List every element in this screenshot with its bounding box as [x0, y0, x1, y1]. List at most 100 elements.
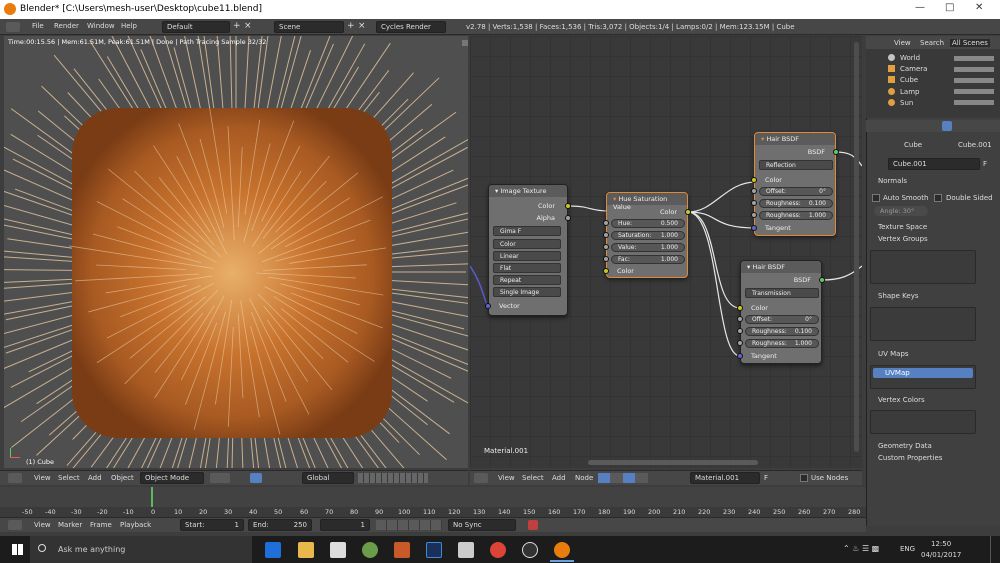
horizontal-scrollbar[interactable] — [588, 460, 758, 465]
menu-playback[interactable]: Playback — [120, 521, 151, 529]
mesh-data-tab-icon[interactable] — [942, 121, 952, 131]
orientation-select[interactable]: Global — [302, 472, 354, 484]
roughness-v-field[interactable]: Roughness: 1.000 — [745, 339, 819, 348]
store-icon[interactable] — [330, 542, 346, 558]
menu-object[interactable]: Object — [111, 474, 134, 482]
menu-frame[interactable]: Frame — [90, 521, 112, 529]
menu-node[interactable]: Node — [575, 474, 593, 482]
shading-select-icon[interactable] — [210, 473, 230, 483]
socket-roughness-in[interactable] — [751, 212, 757, 218]
render-engine-select[interactable]: Cycles Render — [376, 21, 446, 33]
socket-fac-in[interactable] — [603, 256, 609, 262]
editor-type-icon[interactable] — [8, 473, 22, 483]
panel-texture-space[interactable]: Texture Space — [878, 223, 927, 231]
socket-value-in[interactable] — [603, 244, 609, 250]
panel-uv-maps[interactable]: UV Maps — [878, 350, 909, 358]
end-frame-field[interactable]: End: 250 — [248, 519, 312, 531]
timeline[interactable] — [0, 487, 866, 507]
show-desktop-button[interactable] — [990, 536, 996, 563]
app-icon[interactable] — [362, 542, 378, 558]
menu-select[interactable]: Select — [522, 474, 544, 482]
socket-tangent-in[interactable] — [737, 353, 743, 359]
component-select[interactable]: Transmission — [745, 288, 819, 298]
cortana-search-box[interactable]: Ask me anything — [30, 536, 252, 563]
double-sided-checkbox[interactable] — [934, 194, 942, 202]
uv-map-name[interactable]: UVMap — [885, 369, 910, 377]
remove-scene-icon[interactable]: × — [358, 21, 366, 31]
language-indicator[interactable]: ENG — [900, 545, 915, 553]
menu-view[interactable]: View — [34, 521, 51, 529]
photos-icon[interactable] — [458, 542, 474, 558]
panel-geometry-data[interactable]: Geometry Data — [878, 442, 932, 450]
current-frame-field[interactable]: 1 — [320, 519, 370, 531]
socket-hue-in[interactable] — [603, 220, 609, 226]
menu-add[interactable]: Add — [88, 474, 102, 482]
socket-vector-in[interactable] — [485, 303, 491, 309]
menu-add[interactable]: Add — [552, 474, 566, 482]
outliner-item-lamp[interactable]: Lamp — [900, 88, 919, 96]
roughness-v-field[interactable]: Roughness: 1.000 — [759, 211, 833, 220]
roughness-u-field[interactable]: Roughness: 0.100 — [759, 199, 833, 208]
panel-normals[interactable]: Normals — [878, 177, 907, 185]
socket-offset-in[interactable] — [751, 188, 757, 194]
material-select[interactable]: Material.001 — [690, 472, 760, 484]
clock-time[interactable]: 12:50 — [931, 540, 951, 548]
material-fake-user[interactable]: F — [764, 474, 768, 482]
panel-vertex-colors[interactable]: Vertex Colors — [878, 396, 925, 404]
start-frame-field[interactable]: Start: 1 — [180, 519, 244, 531]
socket-roughness-in[interactable] — [751, 200, 757, 206]
roughness-u-field[interactable]: Roughness: 0.100 — [745, 327, 819, 336]
screen-layout-select[interactable]: Default — [162, 21, 230, 33]
3d-viewport[interactable]: Time:00:15.56 | Mem:61.51M, Peak:61.51M … — [4, 36, 468, 468]
mesh-name-field[interactable]: Cube.001 — [888, 158, 980, 170]
socket-offset-in[interactable] — [737, 316, 743, 322]
add-screen-icon[interactable]: + — [233, 21, 241, 31]
menu-help[interactable]: Help — [121, 22, 137, 30]
outliner-tab-all-scenes[interactable]: All Scenes — [950, 39, 990, 47]
outliner-item-cube[interactable]: Cube — [900, 76, 918, 84]
menu-view[interactable]: View — [34, 474, 51, 482]
app-icon-2[interactable] — [394, 542, 410, 558]
mesh-fake-user[interactable]: F — [983, 160, 987, 168]
maximize-icon[interactable]: □ — [945, 2, 954, 13]
add-scene-icon[interactable]: + — [347, 21, 355, 31]
editor-type-icon[interactable] — [6, 22, 20, 32]
socket-tangent-in[interactable] — [751, 225, 757, 231]
chrome-icon[interactable] — [490, 542, 506, 558]
outliner-item-world[interactable]: World — [900, 54, 920, 62]
layer-buttons[interactable] — [358, 473, 428, 483]
blender-taskbar-icon[interactable] — [554, 542, 570, 558]
record-icon[interactable] — [528, 520, 538, 530]
node-tree-type-buttons[interactable] — [598, 473, 648, 483]
source-select[interactable]: Single Image — [493, 287, 561, 297]
node-hue-saturation[interactable]: ▾ Hue Saturation Value Color Hue: 0.500 S… — [603, 192, 691, 278]
clock-date[interactable]: 04/01/2017 — [921, 551, 961, 559]
menu-window[interactable]: Window — [87, 22, 115, 30]
current-frame-marker[interactable] — [151, 487, 153, 507]
playback-controls[interactable] — [376, 520, 442, 530]
properties-tabs[interactable] — [866, 120, 1000, 132]
image-selector[interactable]: Gima F — [493, 226, 561, 236]
extension-select[interactable]: Repeat — [493, 275, 561, 285]
minimize-icon[interactable]: — — [915, 2, 925, 13]
socket-bsdf-out[interactable] — [833, 149, 839, 155]
node-hair-bsdf-reflection[interactable]: ▾ Hair BSDF BSDF Reflection Color Offset… — [751, 132, 839, 236]
offset-field[interactable]: Offset: 0° — [759, 187, 833, 196]
panel-shape-keys[interactable]: Shape Keys — [878, 292, 918, 300]
vertical-scrollbar[interactable] — [854, 42, 859, 452]
hue-field[interactable]: Hue: 0.500 — [611, 219, 685, 228]
manipulator-icon[interactable] — [250, 473, 262, 483]
menu-render[interactable]: Render — [54, 22, 79, 30]
outliner-tab-search[interactable]: Search — [920, 39, 944, 47]
editor-type-icon[interactable] — [8, 520, 22, 530]
projection-select[interactable]: Flat — [493, 263, 561, 273]
menu-file[interactable]: File — [32, 22, 44, 30]
socket-color-in[interactable] — [737, 305, 743, 311]
shape-keys-list[interactable] — [870, 307, 976, 341]
color-space-select[interactable]: Color — [493, 239, 561, 249]
sync-mode-select[interactable]: No Sync — [448, 519, 516, 531]
outliner-item-sun[interactable]: Sun — [900, 99, 913, 107]
panel-custom-properties[interactable]: Custom Properties — [878, 454, 942, 462]
angle-field[interactable]: Angle: 30° — [874, 206, 928, 216]
outliner-item-camera[interactable]: Camera — [900, 65, 927, 73]
